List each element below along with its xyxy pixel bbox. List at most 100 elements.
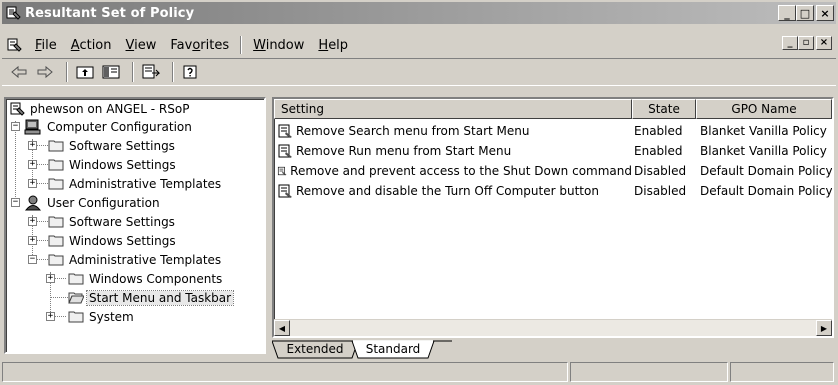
forward-button[interactable] — [34, 62, 56, 82]
collapse-toggle[interactable]: − — [28, 255, 37, 264]
tree-content: phewson on ANGEL - RSoP − Computer Confi… — [6, 99, 264, 352]
folder-icon — [48, 178, 64, 190]
horizontal-scrollbar[interactable]: ◀ ▶ — [274, 319, 832, 336]
up-one-level-button[interactable] — [74, 62, 96, 82]
tree-node-user-software-settings[interactable]: Software Settings — [48, 212, 177, 231]
tree-connector — [15, 121, 16, 207]
help-button[interactable] — [180, 62, 202, 82]
minimize-button[interactable]: _ — [778, 5, 796, 21]
setting-cell: Remove Search menu from Start Menu — [274, 123, 632, 139]
state-cell: Enabled — [634, 124, 683, 138]
list-row[interactable]: Remove and disable the Turn Off Computer… — [274, 181, 832, 201]
triangle-right-icon: ▶ — [820, 323, 828, 333]
show-hide-tree-button[interactable] — [100, 62, 122, 82]
column-header-gpo-name[interactable]: GPO Name — [696, 99, 832, 119]
mdi-minimize-button[interactable]: _ — [782, 36, 798, 50]
tree-node-user-windows-settings[interactable]: Windows Settings — [48, 231, 178, 250]
back-button[interactable] — [8, 62, 30, 82]
mdi-restore-icon: ▫ — [802, 37, 810, 48]
folder-icon — [48, 216, 64, 228]
tree-label: System — [89, 309, 134, 324]
menu-view[interactable]: View — [119, 38, 164, 53]
tree-node-root[interactable]: phewson on ANGEL - RSoP — [9, 99, 191, 118]
collapse-toggle[interactable]: − — [11, 122, 20, 131]
collapse-toggle[interactable]: − — [11, 198, 20, 207]
menu-favorites[interactable]: Favorites — [163, 38, 236, 53]
details-list[interactable]: Setting State GPO Name Remove Search men… — [272, 97, 834, 338]
tree-label: Software Settings — [69, 138, 175, 153]
tree-connector — [36, 145, 48, 146]
expand-toggle[interactable]: + — [28, 179, 37, 188]
tree-connector — [36, 221, 48, 222]
tree-connector — [36, 259, 48, 260]
menu-separator — [240, 36, 243, 54]
setting-cell: Remove and prevent access to the Shut Do… — [274, 163, 632, 179]
tree-node-computer-windows-settings[interactable]: Windows Settings — [48, 155, 178, 174]
tab-standard[interactable]: Standard — [358, 340, 428, 358]
tree-node-computer-configuration[interactable]: Computer Configuration — [24, 117, 194, 136]
expand-toggle[interactable]: + — [28, 160, 37, 169]
tree-node-user-configuration[interactable]: User Configuration — [24, 193, 162, 212]
tree-label-selected: Start Menu and Taskbar — [85, 289, 235, 306]
policy-setting-icon — [277, 166, 287, 176]
list-row[interactable]: Remove Search menu from Start Menu Enabl… — [274, 121, 832, 141]
expand-toggle[interactable]: + — [28, 217, 37, 226]
status-panel — [570, 362, 728, 382]
tree-node-start-menu-and-taskbar[interactable]: Start Menu and Taskbar — [68, 288, 235, 307]
console-icon[interactable] — [6, 37, 22, 53]
tab-label: Standard — [365, 342, 421, 356]
expand-toggle[interactable]: + — [46, 274, 55, 283]
help-icon — [183, 65, 197, 79]
tree-node-computer-administrative-templates[interactable]: Administrative Templates — [48, 174, 223, 193]
folder-icon — [48, 254, 64, 266]
maximize-icon: □ — [799, 6, 811, 20]
tab-extended[interactable]: Extended — [278, 340, 352, 358]
expand-toggle[interactable]: + — [28, 236, 37, 245]
column-header-state[interactable]: State — [632, 99, 696, 119]
tree-connector — [36, 240, 48, 241]
rsop-window: Resultant Set of Policy _ □ × File Actio… — [0, 0, 838, 385]
tree-connector — [54, 278, 66, 279]
setting-name: Remove and disable the Turn Off Computer… — [296, 184, 599, 198]
window-title: Resultant Set of Policy — [25, 5, 195, 21]
tree-label: Computer Configuration — [47, 119, 192, 134]
export-list-button[interactable] — [140, 62, 162, 82]
back-icon — [11, 65, 27, 79]
mdi-close-button[interactable]: × — [816, 36, 832, 50]
folder-icon — [68, 273, 84, 285]
folder-icon — [48, 159, 64, 171]
tree-label: Administrative Templates — [69, 176, 222, 191]
menu-window[interactable]: Window — [246, 38, 311, 53]
console-tree[interactable]: phewson on ANGEL - RSoP − Computer Confi… — [4, 97, 266, 354]
policy-setting-icon — [278, 124, 292, 138]
tree-label: Windows Settings — [69, 233, 176, 248]
mdi-restore-button[interactable]: ▫ — [798, 36, 814, 50]
list-row[interactable]: Remove and prevent access to the Shut Do… — [274, 161, 832, 181]
show-hide-tree-icon — [102, 65, 120, 79]
expand-toggle[interactable]: + — [46, 312, 55, 321]
toolbar-separator — [172, 62, 174, 82]
scroll-left-button[interactable]: ◀ — [274, 320, 290, 336]
expand-toggle[interactable]: + — [28, 141, 37, 150]
tree-label: Software Settings — [69, 214, 175, 229]
tree-node-system[interactable]: System — [68, 307, 136, 326]
list-row[interactable]: Remove Run menu from Start Menu Enabled … — [274, 141, 832, 161]
rsop-icon — [10, 102, 25, 116]
tree-node-computer-software-settings[interactable]: Software Settings — [48, 136, 177, 155]
gpo-cell: Blanket Vanilla Policy — [700, 124, 827, 138]
maximize-button[interactable]: □ — [796, 5, 814, 21]
title-bar[interactable]: Resultant Set of Policy _ □ × — [2, 2, 836, 24]
toolbar-separator — [66, 62, 68, 82]
scroll-right-button[interactable]: ▶ — [816, 320, 832, 336]
column-header-setting[interactable]: Setting — [274, 99, 632, 119]
gpo-cell: Blanket Vanilla Policy — [700, 144, 827, 158]
menu-file[interactable]: File — [28, 38, 64, 53]
menu-help[interactable]: Help — [311, 38, 355, 53]
tree-node-windows-components[interactable]: Windows Components — [68, 269, 224, 288]
user-icon — [24, 195, 42, 210]
mdi-close-icon: × — [819, 37, 829, 48]
tree-node-user-administrative-templates[interactable]: Administrative Templates — [48, 250, 223, 269]
close-button[interactable]: × — [816, 5, 834, 21]
state-cell: Disabled — [634, 184, 687, 198]
menu-action[interactable]: Action — [64, 38, 119, 53]
